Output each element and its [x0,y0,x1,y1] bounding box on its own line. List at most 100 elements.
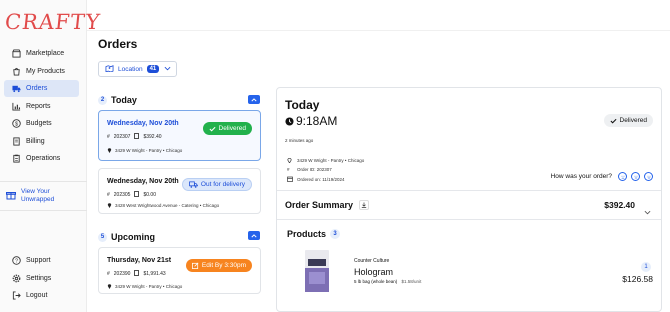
sidebar-item-settings[interactable]: Settings [4,270,79,287]
order-address-text: 3428 West Wrightwood Avenue - Catering •… [115,203,220,208]
order-date: Wednesday, Nov 20th [107,178,179,185]
status-badge-out-for-delivery: Out for delivery [181,178,252,191]
neutral-face-icon[interactable] [631,172,640,181]
sad-face-icon[interactable] [618,172,627,181]
dollar-icon: $ [12,119,21,128]
rating-prompt: How was your order? [550,173,612,180]
product-unit-price: $1.58/unit [401,279,422,284]
calendar-icon [287,176,293,182]
status-text: Delivered [218,125,246,132]
today-section-header: 2 Today [98,95,137,105]
svg-text:$: $ [15,122,18,128]
sidebar-item-budgets[interactable]: $ Budgets [4,115,79,132]
sidebar-item-marketplace[interactable]: Marketplace [4,45,79,62]
order-summary-total: $392.40 [604,200,635,210]
sidebar-item-reports[interactable]: Reports [4,98,79,115]
order-amount: $392.40 [143,134,162,140]
sidebar-item-label: Orders [26,85,48,92]
upcoming-section-title: Upcoming [111,232,155,242]
sidebar-item-label: Operations [26,155,61,162]
detail-status-badge: Delivered [603,114,653,127]
product-description: 5 lb bag (whole bean) $1.58/unit [354,279,421,284]
detail-divider [277,219,661,220]
sidebar-item-label: Billing [26,137,45,145]
order-summary-toggle[interactable]: Order Summary [285,200,370,210]
today-section-title: Today [111,95,137,105]
detail-status-text: Delivered [619,117,647,124]
truck-icon [189,181,198,188]
status-text: Out for delivery [200,181,245,188]
upcoming-section-header: 5 Upcoming [98,232,155,242]
sidebar-item-my-products[interactable]: My Products [4,63,79,80]
header-divider [87,30,670,31]
order-card[interactable]: Thursday, Nov 21st # 202390 $1,991.43 34… [98,247,261,294]
hash-icon: # [107,134,110,140]
sidebar-nav: Marketplace My Products Orders Reports $… [4,45,79,168]
today-collapse-button[interactable] [248,95,260,104]
order-meta: # 202307 $392.40 [107,133,166,141]
detail-day: Today [285,98,320,112]
sidebar-item-orders[interactable]: Orders [4,80,79,97]
truck-icon [12,84,21,93]
order-meta: # 202305 $0.00 [107,191,160,199]
pin-icon [107,147,112,154]
order-date: Thursday, Nov 21st [107,257,172,264]
product-size: 5 lb bag (whole bean) [354,279,398,284]
product-image[interactable] [305,250,329,292]
detail-address-text: 3429 W Wright - Pantry • Chicago [297,157,365,163]
svg-text:?: ? [15,259,18,265]
order-id: 202307 [113,134,131,140]
products-icon [12,67,21,76]
order-detail-panel: Today 9:18AM Delivered 2 minutes ago 342… [276,87,662,312]
clipboard-icon [12,154,21,163]
clock-icon [285,116,294,126]
upcoming-count-badge: 5 [98,232,107,242]
download-icon[interactable] [359,200,370,210]
hash-icon: # [107,271,110,277]
sidebar-bottom-nav: ? Support Settings Logout [4,252,79,305]
store-icon [12,49,21,58]
detail-ordered-on-text: Ordered on: 11/19/2024 [297,176,345,182]
order-card[interactable]: Wednesday, Nov 20th # 202305 $0.00 3428 … [98,168,261,214]
detail-divider [277,190,661,191]
sidebar: CRAFTY Marketplace My Products Orders Re… [0,0,102,312]
detail-time: 9:18AM [285,114,337,128]
status-badge-delivered: Delivered [202,122,252,135]
location-filter-button[interactable]: Location 41 [98,61,177,77]
order-amount: $1,991.43 [143,271,166,277]
happy-face-icon[interactable] [644,172,653,181]
edit-by-button[interactable]: Edit By 3:30pm [185,259,252,272]
order-address: 3428 West Wrightwood Avenue - Catering •… [107,202,219,209]
logout-icon [12,291,21,300]
chevron-down-icon[interactable] [644,202,651,220]
pin-icon [107,283,112,290]
sidebar-item-label: Budgets [26,120,52,127]
order-card[interactable]: Wednesday, Nov 20th # 202307 $392.40 342… [98,110,261,161]
detail-ordered-on: Ordered on: 11/19/2024 [287,176,344,182]
sidebar-item-logout[interactable]: Logout [4,287,79,304]
help-icon: ? [12,256,21,265]
hash-icon: # [107,192,110,198]
location-count-badge: 41 [146,65,160,73]
hash-icon: # [287,167,290,172]
sidebar-item-label: Support [26,257,51,264]
order-id: 202390 [113,271,131,277]
products-header: Products 3 [287,229,344,239]
sidebar-item-label: Settings [26,274,52,282]
product-name[interactable]: Hologram [354,267,393,277]
sidebar-item-billing[interactable]: Billing [4,133,79,150]
receipt-icon [134,191,140,199]
sidebar-item-support[interactable]: ? Support [4,252,79,269]
view-unwrapped-link[interactable]: View Your Unwrapped [0,181,87,211]
chart-icon [12,102,21,111]
products-count-badge: 3 [330,229,341,239]
order-address-text: 3429 W Wright - Pantry • Chicago [115,148,183,153]
sidebar-item-operations[interactable]: Operations [4,150,79,167]
upcoming-collapse-button[interactable] [248,231,260,240]
detail-time-ago: 2 minutes ago [285,138,314,143]
product-price: $126.58 [622,274,653,284]
order-rating: How was your order? [551,172,653,181]
view-unwrapped-label: View Your Unwrapped [21,188,55,203]
sidebar-item-label: Marketplace [26,50,65,57]
edit-icon [191,262,199,269]
